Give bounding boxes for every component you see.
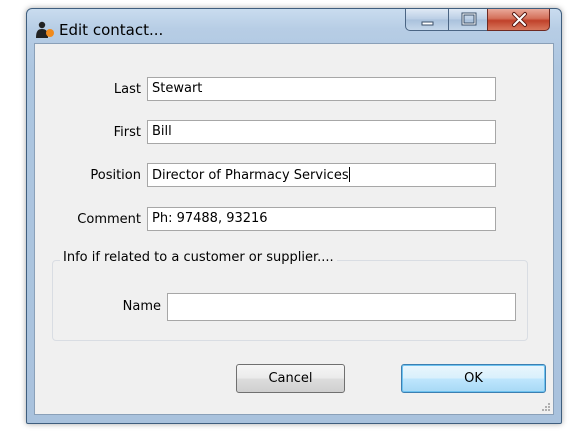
- comment-label: Comment: [77, 212, 141, 227]
- first-label: First: [113, 125, 141, 140]
- close-button[interactable]: [487, 9, 550, 31]
- dialog-content: Last Stewart First Bill Position Directo…: [34, 43, 554, 415]
- maximize-icon: [461, 12, 477, 26]
- contact-person-icon: [35, 21, 55, 39]
- comment-value: Ph: 97488, 93216: [152, 211, 268, 226]
- first-value: Bill: [152, 124, 172, 139]
- window-title: Edit contact...: [59, 21, 164, 39]
- name-label: Name: [122, 299, 161, 314]
- cancel-button[interactable]: Cancel: [236, 364, 345, 393]
- comment-field[interactable]: Ph: 97488, 93216: [147, 207, 496, 231]
- last-value: Stewart: [152, 81, 203, 96]
- title-bar[interactable]: Edit contact...: [27, 9, 561, 43]
- position-value: Director of Pharmacy Services: [152, 168, 349, 183]
- text-cursor: [348, 167, 350, 182]
- position-field[interactable]: Director of Pharmacy Services: [147, 163, 496, 187]
- minimize-icon: [421, 21, 434, 26]
- resize-grip-icon[interactable]: [541, 402, 551, 412]
- related-group-caption: Info if related to a customer or supplie…: [60, 250, 337, 265]
- name-field[interactable]: [167, 293, 516, 321]
- maximize-button[interactable]: [448, 9, 488, 31]
- close-icon: [512, 12, 527, 27]
- ok-button[interactable]: OK: [401, 364, 546, 393]
- minimize-button[interactable]: [405, 9, 449, 31]
- first-field[interactable]: Bill: [147, 120, 496, 144]
- position-label: Position: [90, 168, 141, 183]
- last-field[interactable]: Stewart: [147, 77, 496, 101]
- edit-contact-dialog: Edit contact... Last Stewart First Bill …: [26, 8, 562, 424]
- last-label: Last: [113, 82, 141, 97]
